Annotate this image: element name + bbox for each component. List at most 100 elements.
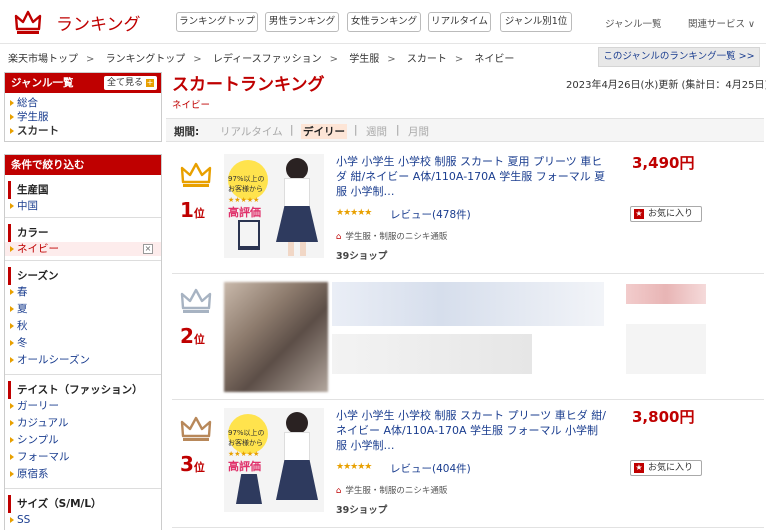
favorite-label: お気に入り xyxy=(648,463,694,473)
filter-option[interactable]: 夏 xyxy=(5,302,161,319)
filter-option[interactable]: シンプル xyxy=(5,433,161,450)
rank-number: 1位 xyxy=(180,198,205,222)
filter-option[interactable]: ガーリー xyxy=(5,399,161,416)
period-label: 期間: xyxy=(174,126,200,138)
nav-related-service[interactable]: 関連サービス ∨ xyxy=(688,16,755,30)
model-leg xyxy=(300,242,306,256)
see-all-button[interactable]: 全て見る + xyxy=(104,76,157,90)
filter-group-country: 生産国 中国 xyxy=(5,181,161,218)
star-icon: ★ xyxy=(634,209,644,219)
product-title-link[interactable]: 小学 小学生 小学校 制服 スカート 夏用 プリーツ 車ヒダ 紺/ネイビー A体… xyxy=(336,154,606,199)
logo-text[interactable]: ランキング xyxy=(56,10,141,35)
ranking-item: 3位 97%以上の お客様から ★★★★★ 高評価 小学 小学生 小学校 制服 … xyxy=(172,408,764,528)
rating-stars: ★★★★★ xyxy=(336,208,372,218)
model-leg xyxy=(288,242,294,256)
rank-suffix: 位 xyxy=(193,461,205,474)
model-skirt xyxy=(276,206,318,242)
favorite-button[interactable]: ★ お気に入り xyxy=(630,206,702,222)
filter-option[interactable]: 冬 xyxy=(5,336,161,353)
silver-crown-icon xyxy=(180,288,212,313)
crown-logo-icon[interactable] xyxy=(14,9,42,35)
blurred-favorite xyxy=(626,324,706,374)
period-monthly[interactable]: 月間 xyxy=(408,124,429,139)
filter-box: 条件で絞り込む 生産国 中国 カラー ネイビー × シーズン 春 夏 秋 冬 オ… xyxy=(4,154,162,530)
genre-list-header: ジャンル一覧 全て見る + xyxy=(5,73,161,93)
ranking-item: 2位 xyxy=(172,274,764,400)
model-blouse xyxy=(284,432,310,462)
shipping-39-badge: 39ショップ xyxy=(336,251,388,262)
model-skirt xyxy=(276,460,318,500)
review-link[interactable]: レビュー(404件) xyxy=(390,461,471,476)
skirt-illustration xyxy=(238,220,260,250)
product-thumbnail[interactable]: 97%以上の お客様から ★★★★★ 高評価 xyxy=(224,154,324,258)
filter-title-country: 生産国 xyxy=(8,181,161,199)
rank-suffix: 位 xyxy=(193,207,205,220)
filter-group-size: サイズ（S/M/L） SS S xyxy=(5,495,161,530)
filter-option[interactable]: フォーマル xyxy=(5,450,161,467)
filter-option[interactable]: カジュアル xyxy=(5,416,161,433)
breadcrumb-item[interactable]: レディースファッション xyxy=(213,54,322,65)
genre-item-skirt[interactable]: スカート xyxy=(5,124,161,138)
badge-text: 高評価 xyxy=(228,206,261,219)
filter-title-season: シーズン xyxy=(8,267,161,285)
filter-title-color: カラー xyxy=(8,224,161,242)
filter-option[interactable]: オールシーズン xyxy=(5,353,161,370)
blurred-thumbnail[interactable] xyxy=(224,282,328,392)
review-link[interactable]: レビュー(478件) xyxy=(390,207,471,222)
breadcrumb-item[interactable]: 楽天市場トップ xyxy=(8,54,78,65)
shop-link[interactable]: ⌂ 学生服・制服のニシキ通販 xyxy=(336,484,447,496)
filter-option-label: ネイビー xyxy=(17,243,59,255)
page-subtitle: ネイビー xyxy=(172,100,211,111)
nav-men-ranking[interactable]: 男性ランキング xyxy=(265,12,339,32)
favorite-button[interactable]: ★ お気に入り xyxy=(630,460,702,476)
nav-women-ranking[interactable]: 女性ランキング xyxy=(347,12,421,32)
filter-group-taste: テイスト（ファッション） ガーリー カジュアル シンプル フォーマル 原宿系 xyxy=(5,381,161,489)
badge-text: 高評価 xyxy=(228,460,261,473)
gold-crown-icon xyxy=(180,162,212,187)
filter-option[interactable]: 原宿系 xyxy=(5,467,161,484)
shipping-39-badge: 39ショップ xyxy=(336,505,388,516)
breadcrumb-item[interactable]: 学生服 xyxy=(349,54,379,65)
filter-option[interactable]: SS xyxy=(5,513,161,530)
filter-option-selected[interactable]: ネイビー × xyxy=(5,242,161,256)
nav-ranking-top[interactable]: ランキングトップ xyxy=(176,12,258,32)
filter-option[interactable]: 中国 xyxy=(5,199,161,213)
product-title-link[interactable]: 小学 小学生 小学校 制服 スカート プリーツ 車ヒダ 紺/ネイビー A体/11… xyxy=(336,408,606,453)
filter-option[interactable]: 秋 xyxy=(5,319,161,336)
remove-filter-icon[interactable]: × xyxy=(143,244,153,254)
shop-name: 学生服・制服のニシキ通販 xyxy=(345,232,448,242)
period-weekly[interactable]: 週間 xyxy=(366,124,387,139)
blurred-title[interactable] xyxy=(332,282,604,326)
favorite-label: お気に入り xyxy=(648,209,694,219)
genre-item-uniform[interactable]: 学生服 xyxy=(5,110,161,124)
badge-stars: ★★★★★ xyxy=(228,450,260,458)
breadcrumb-item[interactable]: ランキングトップ xyxy=(106,54,186,65)
filter-group-color: カラー ネイビー × xyxy=(5,224,161,261)
ranking-item: 1位 97%以上の お客様から ★★★★★ 高評価 小学 小学生 小学校 制服 … xyxy=(172,154,764,274)
nav-genre-list[interactable]: ジャンル一覧 xyxy=(605,16,662,30)
genre-item-all[interactable]: 総合 xyxy=(5,96,161,110)
header: ランキング ランキングトップ 男性ランキング 女性ランキング リアルタイム ジャ… xyxy=(0,0,766,44)
blurred-meta xyxy=(332,334,532,374)
badge-text: お客様から xyxy=(228,439,263,447)
shop-link[interactable]: ⌂ 学生服・制服のニシキ通販 xyxy=(336,230,447,242)
breadcrumb-item[interactable]: ネイビー xyxy=(474,54,514,65)
badge-text: 97%以上の xyxy=(228,429,265,437)
blurred-price xyxy=(626,284,706,304)
breadcrumb-item[interactable]: スカート xyxy=(407,54,447,65)
period-separator: | xyxy=(290,124,294,136)
product-thumbnail[interactable]: 97%以上の お客様から ★★★★★ 高評価 xyxy=(224,408,324,512)
filter-header: 条件で絞り込む xyxy=(5,155,161,175)
filter-option[interactable]: 春 xyxy=(5,285,161,302)
model-head xyxy=(286,158,308,180)
breadcrumb: 楽天市場トップ > ランキングトップ > レディースファッション > 学生服 > スカー… xyxy=(8,54,515,65)
badge-text: お客様から xyxy=(228,185,263,193)
period-separator: | xyxy=(396,124,400,136)
period-daily[interactable]: デイリー xyxy=(301,124,347,139)
period-realtime[interactable]: リアルタイム xyxy=(220,124,283,139)
nav-realtime[interactable]: リアルタイム xyxy=(428,12,491,32)
shop-name: 学生服・制服のニシキ通販 xyxy=(345,486,448,496)
nav-genre-first[interactable]: ジャンル別1位 xyxy=(500,12,572,32)
rank-value: 1 xyxy=(180,198,194,222)
genre-ranking-list-button[interactable]: このジャンルのランキング一覧 >> xyxy=(598,47,760,67)
